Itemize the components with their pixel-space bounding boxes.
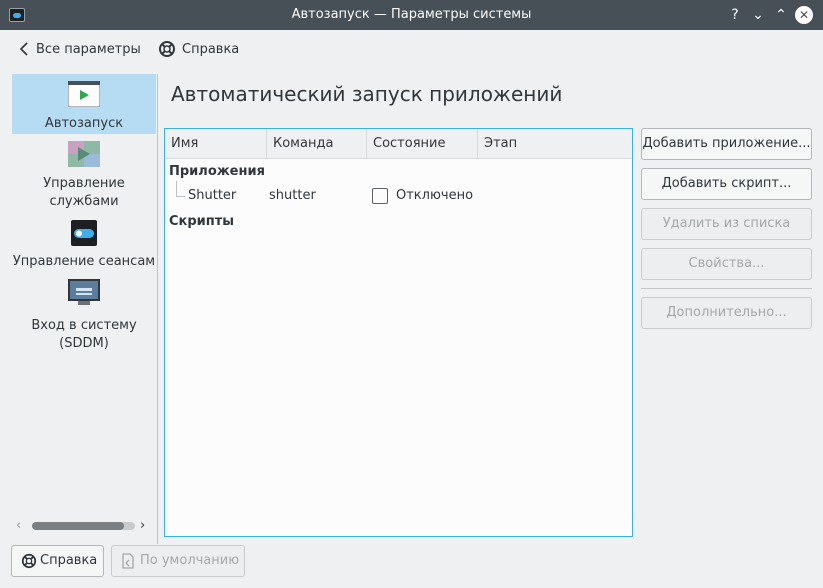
help-button-label: Справка (40, 553, 98, 568)
autostart-list[interactable]: Имя Команда Состояние Этап Приложения Sh… (164, 128, 633, 537)
group-applications[interactable]: Приложения (169, 164, 265, 179)
autostart-icon (67, 80, 101, 108)
scrollbar-thumb[interactable] (32, 522, 124, 530)
item-state: Отключено (396, 188, 474, 203)
minimize-button[interactable]: ⌄ (748, 5, 768, 25)
scrollbar-track[interactable] (32, 522, 135, 530)
column-header-stage[interactable]: Этап (478, 129, 632, 159)
all-settings-label: Все параметры (36, 41, 141, 57)
properties-button[interactable]: Свойства... (641, 248, 812, 280)
defaults-button-label: По умолчанию (140, 553, 240, 568)
help-button[interactable]: Справка (11, 545, 104, 577)
add-application-button[interactable]: Добавить приложение... (641, 128, 812, 160)
sidebar: Автозапуск Управление службами Управлени… (12, 74, 156, 544)
remove-button[interactable]: Удалить из списка (641, 208, 812, 240)
add-script-button[interactable]: Добавить скрипт... (641, 168, 812, 200)
sidebar-item-label: Автозапуск (44, 116, 124, 131)
button-divider (641, 288, 812, 289)
column-header-state[interactable]: Состояние (367, 129, 478, 159)
services-icon (68, 141, 100, 167)
page-title: Автоматический запуск приложений (171, 82, 563, 106)
help-nav-button[interactable]: Справка (158, 38, 239, 60)
sidebar-item-sddm[interactable]: Вход в систему (SDDM) (12, 279, 156, 351)
help-window-button[interactable]: ? (725, 5, 745, 25)
scroll-right-icon[interactable]: › (140, 518, 145, 533)
chevron-left-icon (19, 42, 28, 56)
list-header: Имя Команда Состояние Этап (165, 129, 632, 159)
column-header-command[interactable]: Команда (267, 129, 367, 159)
lifebuoy-icon (21, 553, 37, 569)
login-screen-icon (68, 279, 100, 305)
item-command: shutter (269, 188, 316, 203)
sidebar-item-sessions[interactable]: Управление сеансам (12, 220, 156, 269)
defaults-button[interactable]: По умолчанию (111, 545, 245, 577)
sidebar-item-label: Управление службами (43, 176, 125, 209)
all-settings-button[interactable]: Все параметры (18, 38, 141, 60)
sidebar-divider (157, 74, 158, 544)
session-toggle-icon (68, 220, 100, 246)
sidebar-item-label: Управление сеансам (12, 254, 156, 269)
close-button[interactable]: ✕ (795, 6, 813, 24)
sidebar-item-label: Вход в систему (SDDM) (31, 318, 137, 351)
column-header-name[interactable]: Имя (165, 129, 267, 159)
title-bar: Автозапуск — Параметры системы ? ⌄ ⌃ ✕ (0, 0, 823, 30)
window-title: Автозапуск — Параметры системы (291, 7, 532, 22)
sidebar-item-autostart[interactable]: Автозапуск (12, 74, 156, 134)
scroll-left-icon[interactable]: ‹ (16, 518, 21, 533)
maximize-button[interactable]: ⌃ (771, 5, 791, 25)
enable-checkbox[interactable] (372, 188, 388, 204)
sidebar-item-services[interactable]: Управление службами (12, 140, 156, 209)
help-nav-label: Справка (182, 41, 240, 57)
lifebuoy-icon (159, 41, 175, 57)
advanced-button[interactable]: Дополнительно... (641, 297, 812, 329)
item-name: Shutter (188, 188, 237, 203)
list-item[interactable]: Shutter shutter Отключено (165, 187, 632, 207)
group-scripts[interactable]: Скрипты (169, 214, 234, 229)
document-revert-icon (122, 553, 134, 569)
sidebar-scrollbar[interactable]: ‹ › (12, 518, 156, 534)
